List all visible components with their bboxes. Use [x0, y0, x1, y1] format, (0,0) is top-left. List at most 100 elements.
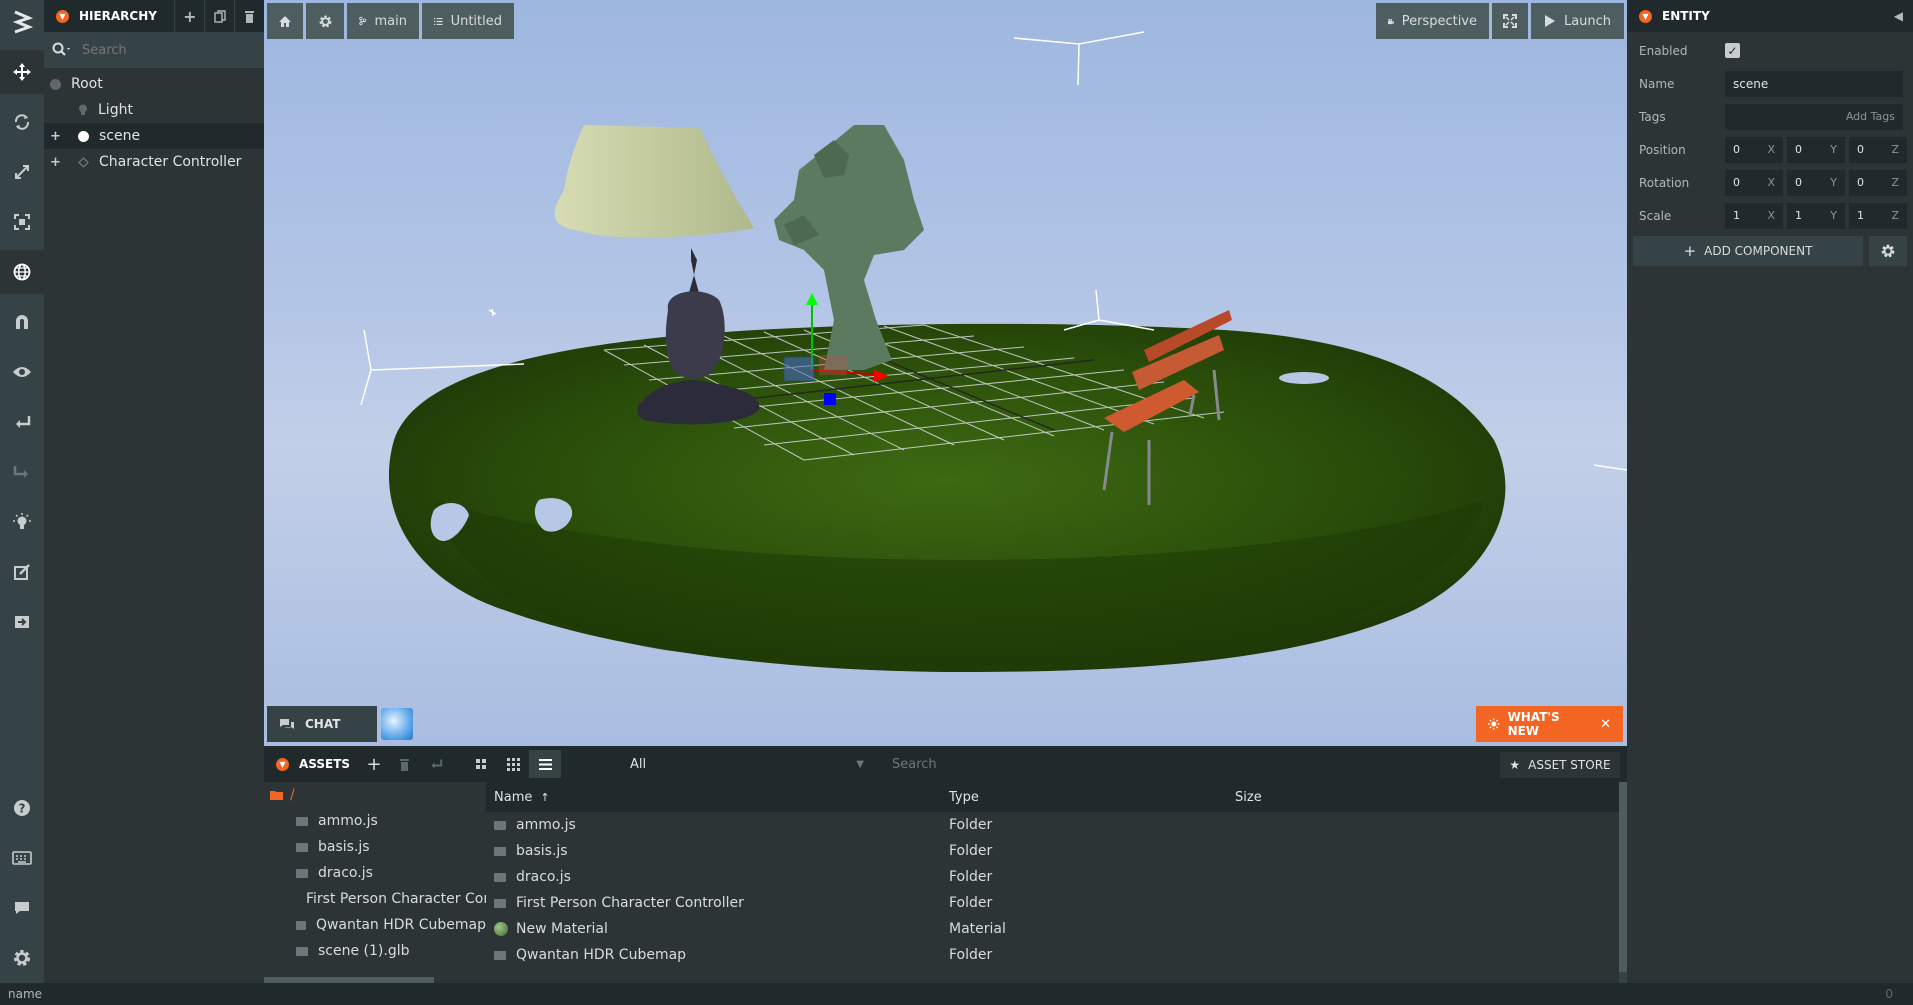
- folder-tree-item[interactable]: scene (1).glb: [264, 938, 486, 964]
- collapse-arrow-icon[interactable]: ◀: [1894, 9, 1903, 23]
- expand-icon[interactable]: +: [50, 155, 61, 170]
- focus-button[interactable]: [0, 350, 44, 394]
- scale-z-field[interactable]: 1Z: [1849, 202, 1907, 229]
- whats-new-banner[interactable]: WHAT'S NEW ✕: [1476, 706, 1623, 742]
- filter-value: All: [630, 756, 647, 772]
- feedback-button[interactable]: [0, 886, 44, 930]
- delete-entity-button[interactable]: [234, 0, 264, 32]
- collapse-panel-icon[interactable]: ▼: [276, 757, 289, 771]
- settings-button[interactable]: [0, 936, 44, 980]
- folder-tree-item[interactable]: ammo.js: [264, 808, 486, 834]
- expand-icon[interactable]: +: [50, 129, 61, 144]
- component-settings-button[interactable]: [1869, 236, 1907, 266]
- scale-row: Scale 1X 1Y 1Z: [1627, 199, 1913, 232]
- table-row[interactable]: First Person Character Controller Folder: [486, 890, 1627, 916]
- chat-icon: [280, 718, 294, 729]
- world-space-button[interactable]: [0, 250, 44, 294]
- scale-tool-button[interactable]: [0, 150, 44, 194]
- help-button[interactable]: ?: [0, 786, 44, 830]
- root-folder[interactable]: /: [264, 782, 486, 808]
- position-x-field[interactable]: 0X: [1725, 136, 1783, 163]
- table-row[interactable]: Qwantan HDR Cubemap Folder: [486, 942, 1627, 968]
- lightbulb-icon: [13, 513, 31, 529]
- column-type[interactable]: Type: [941, 790, 1227, 805]
- view-list-button[interactable]: [529, 750, 561, 778]
- tags-field[interactable]: Add Tags: [1725, 103, 1903, 130]
- delete-asset-button[interactable]: [389, 746, 419, 782]
- fullscreen-button[interactable]: [1492, 3, 1528, 39]
- name-row: Name scene: [1627, 67, 1913, 100]
- position-y-field[interactable]: 0Y: [1787, 136, 1845, 163]
- keyboard-shortcuts-button[interactable]: [0, 836, 44, 880]
- scale-y-field[interactable]: 1Y: [1787, 202, 1845, 229]
- scenes-button[interactable]: Untitled: [422, 3, 514, 39]
- scene-viewport[interactable]: main Untitled Perspective Launch CHAT WH…: [264, 0, 1627, 746]
- table-row[interactable]: ammo.js Folder: [486, 812, 1627, 838]
- launch-button[interactable]: Launch: [1531, 3, 1624, 39]
- tree-item-character-controller[interactable]: + Character Controller: [44, 149, 264, 175]
- playcanvas-logo[interactable]: [0, 0, 44, 44]
- column-name[interactable]: Name ↑: [486, 790, 941, 805]
- light-icon: [79, 104, 87, 115]
- collapse-panel-icon[interactable]: ▼: [1639, 9, 1652, 23]
- scale-x-field[interactable]: 1X: [1725, 202, 1783, 229]
- translate-tool-button[interactable]: [0, 50, 44, 94]
- add-entity-button[interactable]: +: [174, 0, 204, 32]
- list-icon: [538, 758, 552, 770]
- enabled-checkbox[interactable]: ✓: [1725, 43, 1740, 58]
- asset-store-button[interactable]: ★ ASSET STORE: [1500, 752, 1620, 778]
- resize-tool-button[interactable]: [0, 200, 44, 244]
- collapse-panel-icon[interactable]: ▼: [56, 9, 69, 23]
- add-component-button[interactable]: + ADD COMPONENT: [1633, 236, 1863, 266]
- search-icon[interactable]: [52, 42, 74, 58]
- undo-button[interactable]: [0, 400, 44, 444]
- table-row[interactable]: basis.js Folder: [486, 838, 1627, 864]
- camera-select-button[interactable]: Perspective: [1376, 3, 1489, 39]
- tree-item-scene[interactable]: + scene: [44, 123, 264, 149]
- folder-tree-item[interactable]: Qwantan HDR Cubemap: [264, 912, 486, 938]
- rotation-x-field[interactable]: 0X: [1725, 169, 1783, 196]
- position-z-field[interactable]: 0Z: [1849, 136, 1907, 163]
- asset-search-input[interactable]: [884, 751, 1234, 777]
- asset-back-button[interactable]: [419, 746, 453, 782]
- gear-icon: [14, 950, 30, 966]
- tree-item-label: scene: [99, 128, 141, 144]
- close-icon[interactable]: ✕: [1600, 717, 1611, 732]
- rotation-y-field[interactable]: 0Y: [1787, 169, 1845, 196]
- scrollbar-thumb[interactable]: [1619, 782, 1627, 972]
- gear-icon: [1881, 244, 1895, 258]
- code-editor-button[interactable]: [0, 550, 44, 594]
- folder-tree-item[interactable]: First Person Character Controller: [264, 886, 486, 912]
- vertical-scrollbar[interactable]: [1619, 782, 1627, 983]
- scene-render[interactable]: [264, 0, 1627, 746]
- position-row: Position 0X 0Y 0Z: [1627, 133, 1913, 166]
- table-row[interactable]: New Material Material: [486, 916, 1627, 942]
- user-avatar[interactable]: [381, 708, 413, 740]
- view-small-grid-button[interactable]: [497, 750, 529, 778]
- branch-icon: [359, 16, 367, 26]
- chat-button[interactable]: CHAT: [267, 706, 377, 742]
- publish-button[interactable]: [0, 600, 44, 644]
- branch-button[interactable]: main: [347, 3, 419, 39]
- home-button[interactable]: [267, 3, 303, 39]
- folder-tree-item[interactable]: basis.js: [264, 834, 486, 860]
- rotation-z-field[interactable]: 0Z: [1849, 169, 1907, 196]
- snap-button[interactable]: [0, 300, 44, 344]
- view-large-grid-button[interactable]: [465, 750, 497, 778]
- tree-item-light[interactable]: Light: [44, 97, 264, 123]
- bake-lightmaps-button[interactable]: [0, 500, 44, 544]
- folder-tree-item[interactable]: draco.js: [264, 860, 486, 886]
- tree-item-root[interactable]: Root: [44, 71, 264, 97]
- move-icon: [13, 63, 31, 81]
- duplicate-entity-button[interactable]: [204, 0, 234, 32]
- add-asset-button[interactable]: +: [359, 746, 389, 782]
- asset-type-filter[interactable]: All ▼: [622, 750, 872, 778]
- asset-store-label: ASSET STORE: [1528, 758, 1611, 772]
- redo-button[interactable]: [0, 450, 44, 494]
- hierarchy-search-input[interactable]: [82, 42, 242, 58]
- rotate-tool-button[interactable]: [0, 100, 44, 144]
- table-row[interactable]: draco.js Folder: [486, 864, 1627, 890]
- editor-settings-button[interactable]: [306, 3, 344, 39]
- name-field[interactable]: scene: [1725, 70, 1903, 97]
- column-size[interactable]: Size: [1227, 790, 1337, 805]
